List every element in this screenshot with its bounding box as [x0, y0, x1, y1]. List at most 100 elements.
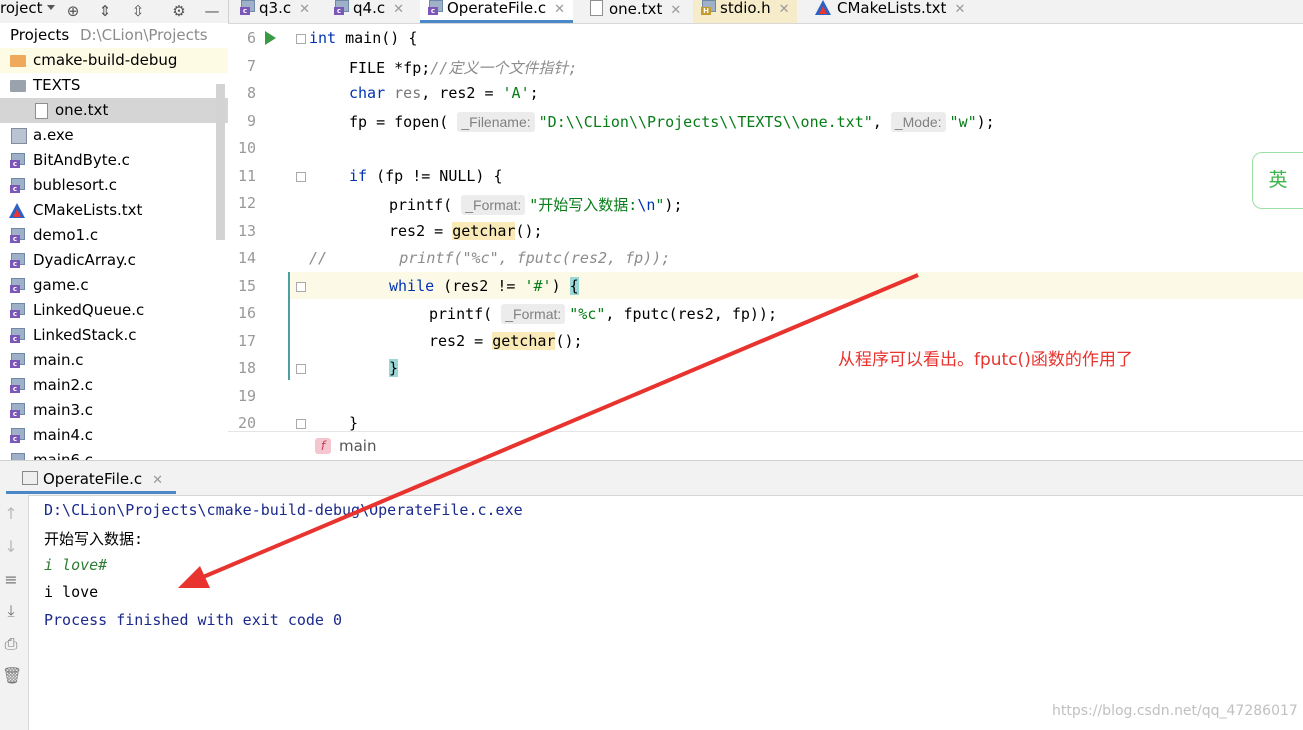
token: while	[389, 277, 435, 295]
code-line-11[interactable]: if (fp != NULL) {	[349, 167, 503, 185]
run-gutter-icon[interactable]	[265, 31, 276, 45]
tree-item[interactable]: c main3.c	[0, 398, 228, 423]
token: getchar	[452, 222, 516, 240]
tree-item[interactable]: c main6.c	[0, 448, 228, 460]
tree-item[interactable]: c LinkedQueue.c	[0, 298, 228, 323]
tree-item[interactable]: c BitAndByte.c	[0, 148, 228, 173]
tab-q3[interactable]: c q3.c ✕	[240, 0, 310, 23]
locate-icon[interactable]: ⊕	[64, 2, 82, 20]
code-line-8[interactable]: char res, res2 = 'A';	[349, 84, 539, 102]
tree-item-label: CMakeLists.txt	[33, 201, 143, 219]
scroll-to-end-icon[interactable]: ⤓	[2, 602, 20, 620]
close-icon[interactable]: ✕	[152, 473, 163, 488]
fold-icon[interactable]	[296, 419, 306, 429]
parameter-hint: _Mode:	[890, 112, 946, 132]
tree-item[interactable]: c bublesort.c	[0, 173, 228, 198]
tree-item[interactable]: CMakeLists.txt	[0, 198, 228, 223]
run-tab[interactable]: OperateFile.c ✕	[6, 465, 163, 493]
tree-root[interactable]: Projects D:\CLion\Projects	[0, 23, 228, 48]
soft-wrap-icon[interactable]: ≡	[2, 571, 20, 589]
tree-root-path: D:\CLion\Projects	[80, 26, 208, 44]
close-icon[interactable]: ✕	[954, 2, 965, 17]
fold-icon[interactable]	[296, 34, 306, 44]
line-number: 6	[246, 29, 256, 47]
tree-item[interactable]: c DyadicArray.c	[0, 248, 228, 273]
token: }	[349, 414, 359, 432]
token: "%c"	[569, 305, 606, 323]
c-file-icon: c	[10, 253, 25, 268]
run-panel-header	[0, 460, 1303, 496]
tab-one-txt[interactable]: one.txt ✕	[590, 0, 681, 23]
tab-stdio-h[interactable]: Hstdio.h ✕	[693, 0, 798, 23]
text-file-icon	[590, 0, 603, 16]
tree-item[interactable]: c game.c	[0, 273, 228, 298]
code-line-18[interactable]: }	[389, 359, 399, 377]
tree-item-label: main4.c	[33, 426, 94, 444]
tab-cmakelists[interactable]: CMakeLists.txt ✕	[815, 0, 965, 23]
code-line-6[interactable]: int main() {	[309, 29, 417, 47]
code-line-7[interactable]: FILE *fp;//定义一个文件指针;	[349, 57, 577, 78]
tree-item[interactable]: c main4.c	[0, 423, 228, 448]
down-arrow-icon[interactable]: ↓	[2, 538, 20, 556]
expand-all-icon[interactable]: ⇕	[96, 2, 114, 20]
fold-icon[interactable]	[296, 172, 306, 182]
code-line-16[interactable]: printf( _Format: "%c", fputc(res2, fp));	[429, 304, 777, 324]
code-line-12[interactable]: printf( _Format: "开始写入数据:\n");	[389, 194, 682, 215]
code-line-13[interactable]: res2 = getchar();	[389, 222, 543, 240]
tab-q4[interactable]: c q4.c ✕	[334, 0, 404, 23]
tree-item[interactable]: a.exe	[0, 123, 228, 148]
close-icon[interactable]: ✕	[554, 2, 565, 17]
token: );	[664, 196, 683, 214]
tree-item-label: LinkedStack.c	[33, 326, 137, 344]
tree-item-label: one.txt	[55, 101, 109, 119]
tree-scrollbar[interactable]	[216, 84, 225, 240]
parameter-hint: _Filename:	[457, 112, 535, 132]
parameter-hint: _Format:	[501, 304, 566, 324]
tree-item[interactable]: c main.c	[0, 348, 228, 373]
tab-label: OperateFile.c	[447, 0, 547, 17]
minimize-icon[interactable]: —	[203, 2, 221, 20]
code-line-20[interactable]: }	[349, 414, 358, 432]
code-line-14[interactable]: // printf("%c", fputc(res2, fp));	[309, 249, 670, 267]
run-tab-underline	[6, 491, 176, 494]
ime-indicator[interactable]: 英	[1252, 152, 1303, 209]
code-line-15[interactable]: while (res2 != '#') {	[389, 277, 579, 295]
up-arrow-icon[interactable]: ↑	[2, 505, 20, 523]
tab-label: stdio.h	[720, 0, 771, 17]
tree-item[interactable]: TEXTS	[0, 73, 228, 98]
tree-item[interactable]: cmake-build-debug	[0, 48, 228, 73]
token: main() {	[336, 29, 418, 47]
tree-item-label: game.c	[33, 276, 89, 294]
fold-icon[interactable]	[296, 282, 306, 292]
project-label[interactable]: roject	[0, 0, 43, 23]
close-icon[interactable]: ✕	[670, 3, 681, 18]
close-icon[interactable]: ✕	[393, 2, 404, 17]
tree-item-label: demo1.c	[33, 226, 99, 244]
token: , res2 =	[421, 84, 503, 102]
c-file-icon: c	[10, 428, 25, 443]
collapse-all-icon[interactable]: ⇳	[129, 2, 147, 20]
tree-item[interactable]: c demo1.c	[0, 223, 228, 248]
token: )	[551, 277, 570, 295]
gear-icon[interactable]: ⚙	[170, 2, 188, 20]
trash-icon[interactable]: 🗑	[2, 667, 22, 685]
tree-item[interactable]: c main2.c	[0, 373, 228, 398]
code-line-9[interactable]: fp = fopen( _Filename: "D:\\CLion\\Projec…	[349, 112, 995, 132]
tab-label: q4.c	[353, 0, 386, 17]
token: "w"	[949, 113, 977, 131]
print-icon[interactable]: ⎙	[2, 635, 20, 653]
dropdown-icon[interactable]	[47, 5, 55, 10]
line-number: 16	[237, 304, 256, 322]
tab-operatefile[interactable]: c OperateFile.c ✕	[420, 0, 574, 23]
tab-label: one.txt	[609, 0, 663, 18]
fold-icon[interactable]	[296, 364, 306, 374]
tree-item[interactable]: c LinkedStack.c	[0, 323, 228, 348]
close-icon[interactable]: ✕	[779, 2, 790, 17]
close-icon[interactable]: ✕	[299, 2, 310, 17]
line-number: 13	[237, 222, 256, 240]
line-number: 15	[237, 277, 256, 295]
code-line-17[interactable]: res2 = getchar();	[429, 332, 583, 350]
c-file-icon: c	[334, 0, 349, 15]
breadcrumb-label[interactable]: main	[339, 437, 376, 455]
tree-item-selected[interactable]: one.txt	[0, 98, 228, 123]
